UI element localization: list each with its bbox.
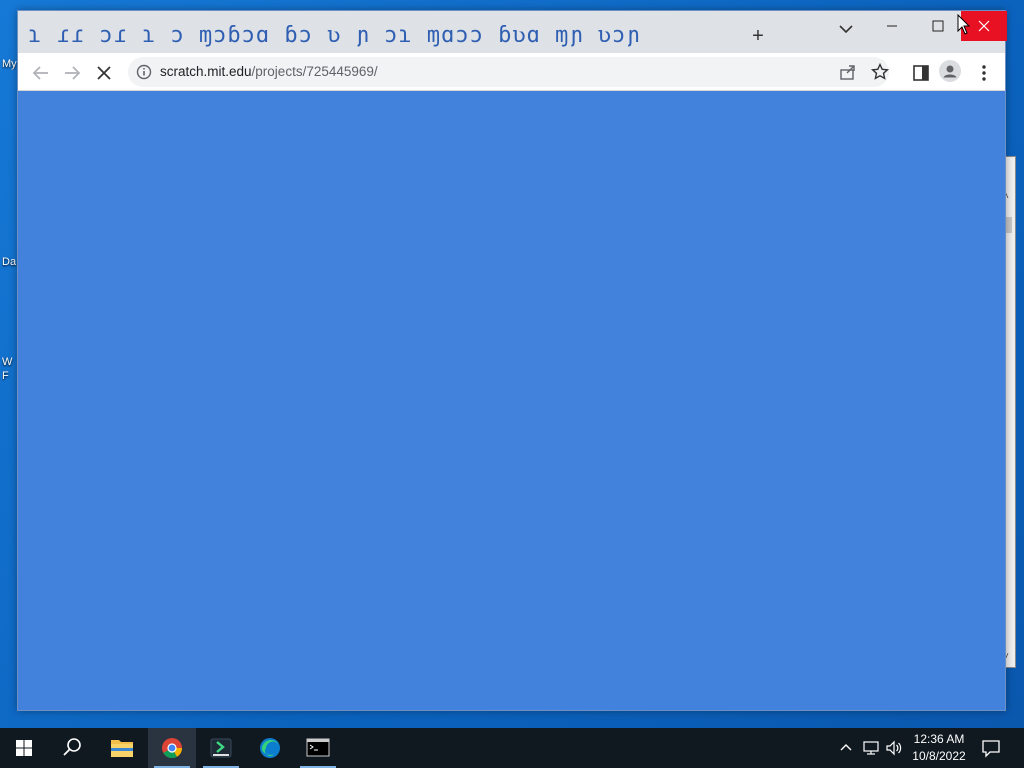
profile-button[interactable]: [939, 60, 965, 86]
search-button[interactable]: [48, 728, 96, 768]
taskbar: 12:36 AM 10/8/2022: [0, 728, 1024, 768]
system-clock[interactable]: 12:36 AM 10/8/2022: [906, 731, 972, 765]
file-explorer-button[interactable]: [98, 728, 146, 768]
address-bar[interactable]: scratch.mit.edu/projects/725445969/: [128, 57, 890, 87]
info-icon[interactable]: [136, 64, 152, 80]
share-icon[interactable]: [838, 62, 858, 82]
terminal-icon: [306, 738, 330, 757]
app-installer-button[interactable]: [197, 728, 245, 768]
clock-time: 12:36 AM: [913, 732, 965, 746]
url-text[interactable]: scratch.mit.edu/projects/725445969/: [160, 64, 378, 79]
start-button[interactable]: [0, 728, 48, 768]
page-content[interactable]: [18, 91, 1005, 710]
edge-taskbar-button[interactable]: [246, 728, 294, 768]
more-menu-icon[interactable]: [971, 60, 997, 86]
volume-icon[interactable]: [884, 738, 904, 758]
tab-title[interactable]: ɿ ɾɾ ɔɾ ɿ ɔ ɱɔɓɔɑ ɓɔ ʋ ɲ ɔɿ ɱɑɔɔ ɓʋɑ ɱɲ …: [28, 23, 728, 49]
notification-icon[interactable]: [980, 738, 1002, 758]
chrome-window: ɿ ɾɾ ɔɾ ɿ ɔ ɱɔɓɔɑ ɓɔ ʋ ɲ ɔɿ ɱɑɔɔ ɓʋɑ ɱɲ …: [17, 10, 1007, 711]
url-path: /projects/725445969/: [251, 64, 378, 79]
new-tab-button[interactable]: +: [746, 25, 770, 49]
windows-icon: [16, 740, 32, 756]
bookmark-star-icon[interactable]: [870, 62, 890, 82]
maximize-icon[interactable]: [915, 11, 961, 41]
back-arrow-icon[interactable]: [28, 60, 54, 86]
tab-strip: ɿ ɾɾ ɔɾ ɿ ɔ ɱɔɓɔɑ ɓɔ ʋ ɲ ɔɿ ɱɑɔɔ ɓʋɑ ɱɲ …: [18, 11, 1007, 53]
stop-loading-icon[interactable]: [91, 60, 117, 86]
chrome-taskbar-button[interactable]: [148, 728, 196, 768]
search-icon: [63, 738, 81, 756]
chrome-icon: [162, 738, 183, 759]
forward-arrow-icon[interactable]: [59, 60, 85, 86]
app-installer-icon: [210, 738, 232, 758]
chevron-up-icon[interactable]: [836, 738, 856, 758]
minimize-icon[interactable]: [869, 11, 915, 41]
edge-icon: [260, 738, 280, 758]
profile-icon: [943, 65, 957, 78]
clock-date: 10/8/2022: [912, 749, 966, 763]
network-icon[interactable]: [861, 738, 881, 758]
terminal-taskbar-button[interactable]: [294, 728, 342, 768]
browser-toolbar: scratch.mit.edu/projects/725445969/: [18, 53, 1005, 91]
tab-search-icon[interactable]: [834, 17, 858, 41]
side-panel-icon[interactable]: [908, 60, 934, 86]
folder-icon: [111, 740, 133, 757]
url-host: scratch.mit.edu: [160, 64, 252, 79]
mouse-cursor-icon: [957, 14, 971, 35]
